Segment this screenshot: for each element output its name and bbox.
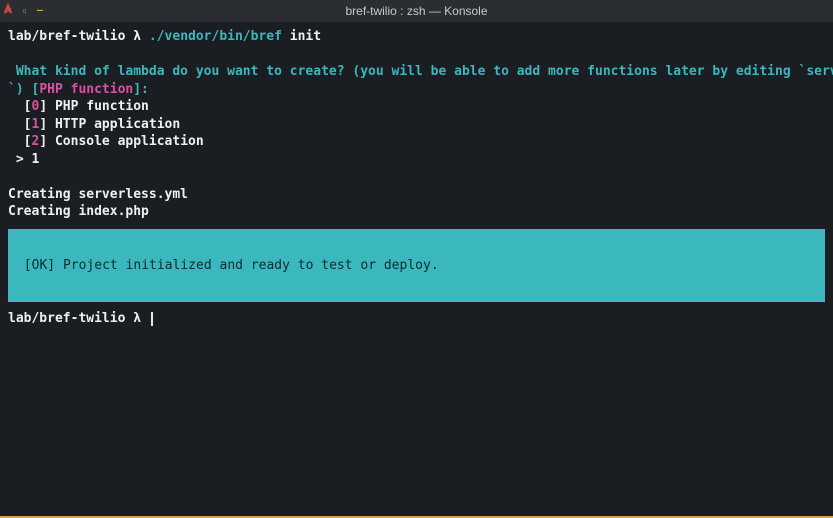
command-part1: ./vendor/bin/bref xyxy=(149,29,282,44)
answer-line: > 1 xyxy=(8,151,825,169)
question-prefix: `) [ xyxy=(8,82,39,97)
titlebar: ✕ ▫ — bref-twilio : zsh — Konsole xyxy=(0,0,833,22)
prompt-line-2: lab/bref-twilio λ xyxy=(8,310,825,328)
command-part2: init xyxy=(282,29,321,44)
ok-banner: [OK] Project initialized and ready to te… xyxy=(8,229,825,302)
prompt-symbol: λ xyxy=(125,29,148,44)
terminal-area[interactable]: lab/bref-twilio λ ./vendor/bin/bref init… xyxy=(0,22,833,333)
window-title: bref-twilio : zsh — Konsole xyxy=(345,4,487,18)
option-1: [1] HTTP application xyxy=(8,116,825,134)
prompt-path-2: lab/bref-twilio xyxy=(8,311,125,326)
option-0: [0] PHP function xyxy=(8,98,825,116)
ok-blank-top xyxy=(16,239,817,257)
prompt-path: lab/bref-twilio xyxy=(8,29,125,44)
question-suffix: ]: xyxy=(133,82,149,97)
prompt-line-1: lab/bref-twilio λ ./vendor/bin/bref init xyxy=(8,28,825,46)
minimize-icon[interactable]: — xyxy=(37,6,43,16)
app-logo-icon xyxy=(1,1,15,15)
blank-line-2 xyxy=(8,168,825,186)
question-line-2: `) [PHP function]: xyxy=(8,81,825,99)
ok-message: [OK] Project initialized and ready to te… xyxy=(16,257,817,275)
cursor-icon xyxy=(151,312,153,326)
blank-line xyxy=(8,46,825,64)
option-2: [2] Console application xyxy=(8,133,825,151)
question-text: What kind of lambda do you want to creat… xyxy=(8,64,833,79)
creating-line-1: Creating serverless.yml xyxy=(8,186,825,204)
maximize-icon[interactable]: ▫ xyxy=(22,7,27,15)
question-line-1: What kind of lambda do you want to creat… xyxy=(8,63,825,81)
creating-line-2: Creating index.php xyxy=(8,203,825,221)
question-default: PHP function xyxy=(39,82,133,97)
prompt-symbol-2: λ xyxy=(125,311,148,326)
ok-blank-bottom xyxy=(16,274,817,292)
